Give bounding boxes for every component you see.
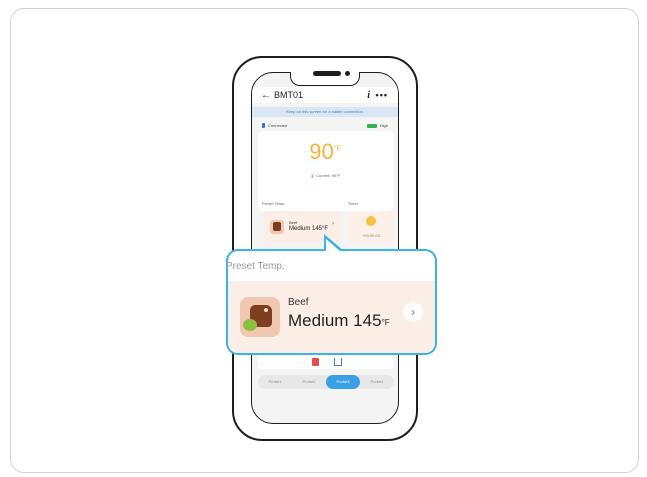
chevron-right-icon: › <box>332 221 334 227</box>
more-icon[interactable]: ••• <box>376 90 388 100</box>
device-title: BMT01 <box>274 90 304 100</box>
probe-tabs: Probe1 Probe2 Probe3 Probe4 <box>258 375 394 389</box>
beef-icon <box>240 297 280 337</box>
timer-value: +00:00:00 <box>362 233 380 238</box>
battery-label: High <box>379 123 388 128</box>
nav-bar: ← BMT01 i ••• <box>252 87 398 103</box>
phone-speaker <box>313 71 341 76</box>
preset-food: Beef <box>289 220 298 225</box>
callout-preset-card[interactable]: Beef Medium 145°F › <box>228 281 435 353</box>
callout-food: Beef <box>288 297 309 308</box>
tab-probe4[interactable]: Probe4 <box>360 375 394 389</box>
chevron-right-icon[interactable]: › <box>403 302 423 322</box>
beef-icon <box>270 220 284 234</box>
phone-camera <box>345 71 350 76</box>
preset-section-label: Preset Temp. <box>262 201 286 206</box>
connection-status: Connected <box>262 123 287 128</box>
delete-icon[interactable] <box>312 358 319 366</box>
back-arrow-icon[interactable]: ← <box>261 90 271 101</box>
timer-section-label: Timer <box>348 201 359 206</box>
current-temperature: 🌡 Current: 90°F <box>252 173 398 178</box>
connection-label: Connected <box>268 123 288 128</box>
download-icon[interactable] <box>334 358 342 366</box>
timer-card[interactable]: +00:00:00 <box>348 211 394 243</box>
connection-banner: Keep on this screen for a stable connect… <box>252 107 398 117</box>
preset-doneness: Medium 145°F <box>289 226 329 232</box>
temperature-value: 90 <box>309 139 334 164</box>
info-icon[interactable]: i <box>367 90 370 101</box>
callout-heading: Preset Temp. <box>226 261 285 272</box>
callout-unit: °F <box>381 318 390 327</box>
current-temperature-label: Current: 90°F <box>316 173 341 178</box>
battery-icon <box>366 123 377 128</box>
tab-probe3[interactable]: Probe3 <box>326 375 360 389</box>
timer-icon <box>366 216 376 226</box>
tab-probe2[interactable]: Probe2 <box>292 375 326 389</box>
preset-temp-callout: Preset Temp. Beef Medium 145°F › <box>226 234 437 355</box>
thermometer-icon: 🌡 <box>309 173 315 178</box>
battery-status: High <box>366 123 388 128</box>
callout-doneness-value: Medium 145 <box>288 311 382 330</box>
temperature-reading: 90°F <box>252 139 398 165</box>
tab-probe1[interactable]: Probe1 <box>258 375 292 389</box>
callout-doneness: Medium 145°F <box>288 311 390 331</box>
bluetooth-icon <box>262 123 265 128</box>
temperature-unit: °F <box>333 145 341 153</box>
action-bar <box>258 355 394 369</box>
